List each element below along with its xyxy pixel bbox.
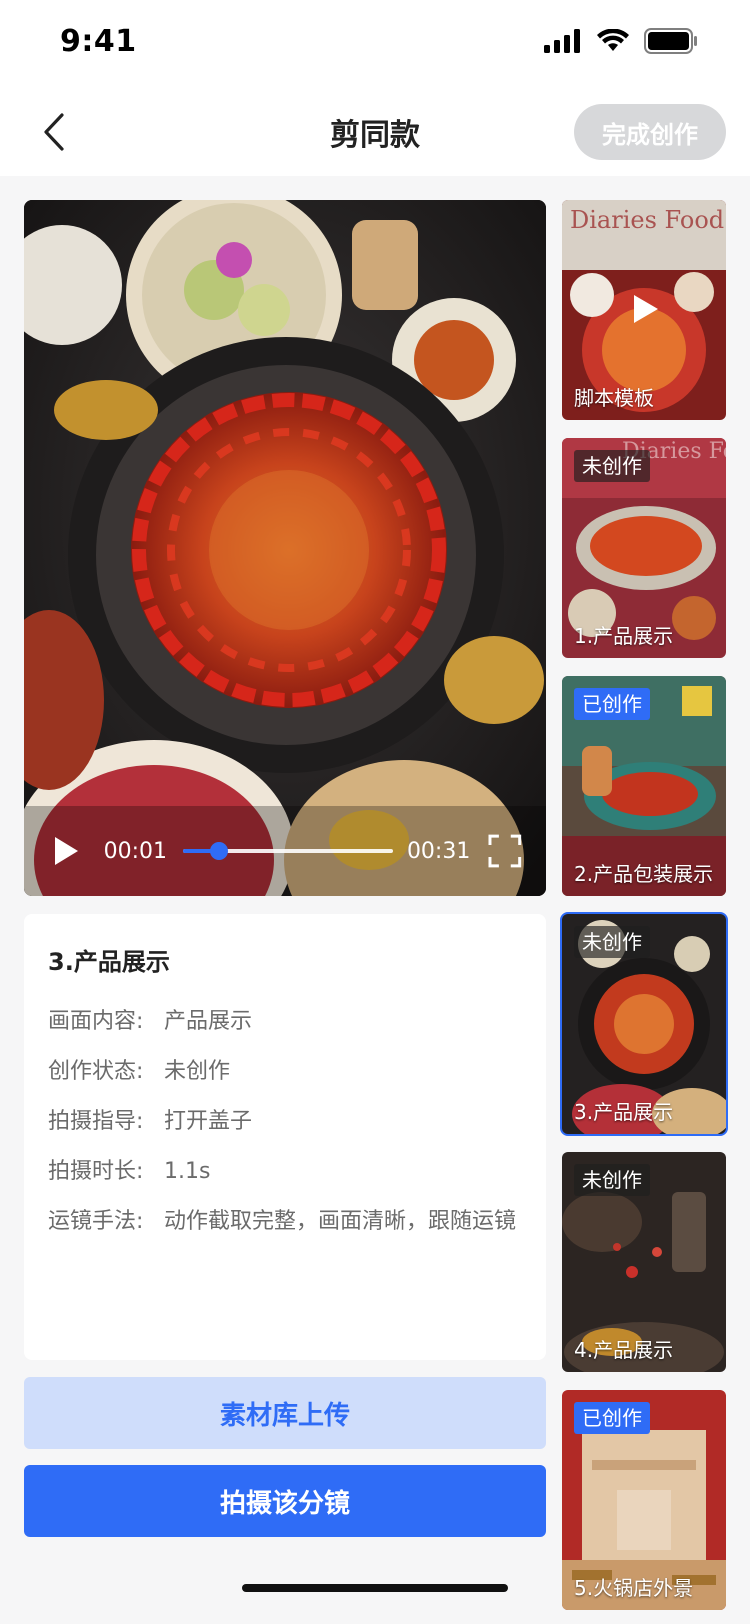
play-icon bbox=[54, 837, 78, 865]
detail-key: 画面内容: bbox=[48, 1009, 144, 1034]
detail-row-guide: 拍摄指导: 打开盖子 bbox=[48, 1105, 522, 1139]
detail-row-duration: 拍摄时长: 1.1s bbox=[48, 1155, 522, 1189]
shoot-shot-button[interactable]: 拍摄该分镜 bbox=[24, 1465, 546, 1537]
status-badge: 已创作 bbox=[574, 1402, 650, 1434]
home-indicator bbox=[242, 1584, 508, 1592]
status-time: 9:41 bbox=[60, 24, 137, 59]
cellular-signal-icon bbox=[544, 29, 580, 53]
detail-key: 创作状态: bbox=[48, 1059, 144, 1084]
video-player[interactable]: 00:01 00:31 bbox=[24, 200, 546, 896]
current-time: 00:01 bbox=[103, 838, 168, 864]
progress-slider[interactable] bbox=[183, 842, 393, 860]
thumbnail-script-template[interactable]: Diaries Food 脚本模板 bbox=[562, 200, 726, 420]
status-badge: 未创作 bbox=[574, 1164, 650, 1196]
finish-creation-button[interactable]: 完成创作 bbox=[574, 104, 726, 160]
shot-details-card: 3.产品展示 画面内容: 产品展示 创作状态: 未创作 拍摄指导: 打开盖子 拍… bbox=[24, 914, 546, 1360]
detail-value: 1.1s bbox=[164, 1159, 211, 1184]
battery-icon bbox=[644, 28, 697, 54]
total-time: 00:31 bbox=[406, 838, 471, 864]
thumbnail-shot-2[interactable]: 已创作 2.产品包装展示 bbox=[562, 676, 726, 896]
thumbnail-shot-5[interactable]: 已创作 5.火锅店外景 bbox=[562, 1390, 726, 1610]
thumbnail-shot-1[interactable]: Diaries Food 未创作 1.产品展示 bbox=[562, 438, 726, 658]
progress-thumb[interactable] bbox=[209, 842, 228, 860]
wifi-icon bbox=[597, 29, 629, 51]
play-icon bbox=[634, 295, 658, 323]
thumbnail-shot-3[interactable]: 未创作 3.产品展示 bbox=[560, 912, 728, 1136]
upload-from-library-button[interactable]: 素材库上传 bbox=[24, 1377, 546, 1449]
play-button[interactable] bbox=[48, 833, 84, 869]
video-controls: 00:01 00:31 bbox=[24, 806, 546, 896]
status-icons bbox=[544, 28, 698, 54]
detail-key: 拍摄指导: bbox=[48, 1109, 144, 1134]
detail-value: 产品展示 bbox=[164, 1009, 253, 1034]
detail-row-content: 画面内容: 产品展示 bbox=[48, 1005, 522, 1039]
nav-bar: 剪同款 完成创作 bbox=[0, 88, 750, 176]
detail-value: 动作截取完整，画面清晰，跟随运镜 bbox=[164, 1209, 517, 1234]
status-badge: 未创作 bbox=[574, 450, 650, 482]
detail-row-camera: 运镜手法: 动作截取完整，画面清晰，跟随运镜 bbox=[48, 1205, 522, 1239]
svg-text:Diaries Food: Diaries Food bbox=[570, 206, 724, 234]
detail-key: 运镜手法: bbox=[48, 1209, 144, 1234]
thumbnail-label: 3.产品展示 bbox=[574, 1100, 674, 1124]
video-frame-image bbox=[24, 200, 546, 896]
thumbnail-label: 5.火锅店外景 bbox=[574, 1576, 694, 1600]
status-badge: 未创作 bbox=[574, 926, 650, 958]
detail-value: 未创作 bbox=[164, 1059, 231, 1084]
thumbnail-label: 4.产品展示 bbox=[574, 1338, 674, 1362]
thumbnail-label: 2.产品包装展示 bbox=[574, 862, 714, 886]
detail-value: 打开盖子 bbox=[164, 1109, 253, 1134]
fullscreen-icon[interactable] bbox=[488, 834, 522, 868]
status-badge: 已创作 bbox=[574, 688, 650, 720]
shot-title: 3.产品展示 bbox=[48, 948, 170, 976]
status-bar: 9:41 bbox=[0, 0, 750, 88]
detail-key: 拍摄时长: bbox=[48, 1159, 144, 1184]
thumbnail-shot-4[interactable]: 未创作 4.产品展示 bbox=[562, 1152, 726, 1372]
thumbnail-label: 1.产品展示 bbox=[574, 624, 674, 648]
detail-row-status: 创作状态: 未创作 bbox=[48, 1055, 522, 1089]
thumbnail-label: 脚本模板 bbox=[574, 386, 654, 410]
